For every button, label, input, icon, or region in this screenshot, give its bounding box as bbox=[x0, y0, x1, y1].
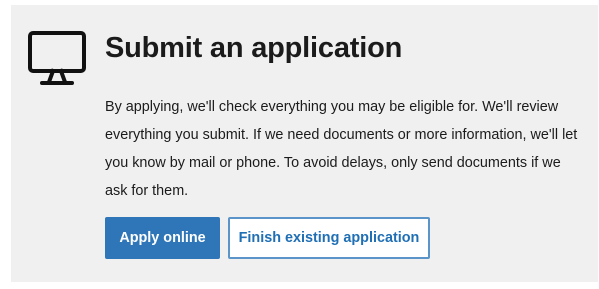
panel-title: Submit an application bbox=[105, 32, 403, 64]
computer-monitor-icon bbox=[27, 30, 87, 88]
panel-description: By applying, we'll check everything you … bbox=[105, 99, 578, 199]
finish-existing-application-button[interactable]: Finish existing application bbox=[228, 217, 430, 259]
submit-application-panel: Submit an application By applying, we'll… bbox=[11, 5, 598, 282]
apply-online-button[interactable]: Apply online bbox=[105, 217, 220, 259]
